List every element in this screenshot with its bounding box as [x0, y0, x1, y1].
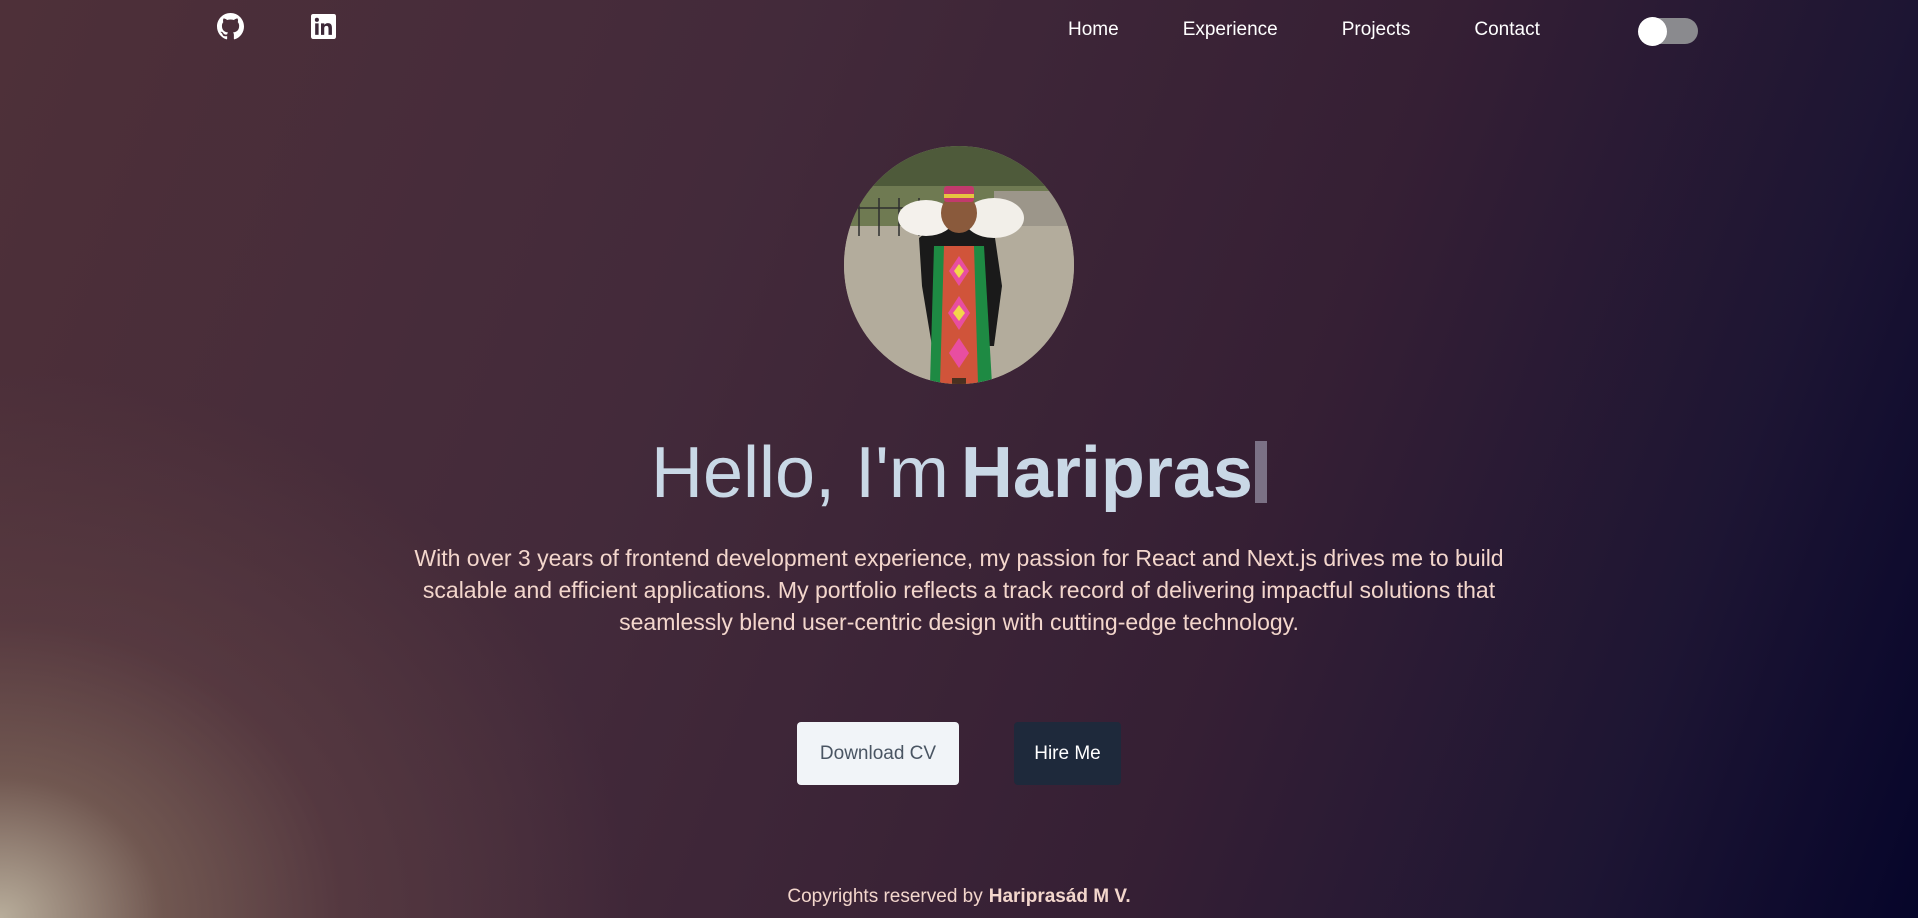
- footer: Copyrights reserved by Hariprasád M V.: [0, 884, 1918, 910]
- top-navbar: Home Experience Projects Contact: [0, 0, 1918, 60]
- typed-name-text: Haripras: [960, 433, 1253, 513]
- profile-photo: [844, 146, 1074, 384]
- nav-experience-link[interactable]: Experience: [1183, 16, 1278, 44]
- linkedin-icon: [310, 13, 336, 39]
- nav-contact-link[interactable]: Contact: [1474, 16, 1539, 44]
- footer-owner-name: Hariprasád M V.: [988, 886, 1131, 907]
- nav-home-link[interactable]: Home: [1068, 16, 1119, 44]
- github-icon: [216, 12, 244, 39]
- theme-toggle[interactable]: [1638, 17, 1698, 46]
- toggle-knob: [1638, 17, 1667, 46]
- profile-avatar: [844, 146, 1074, 384]
- download-cv-button[interactable]: Download CV: [797, 722, 959, 785]
- hire-me-button[interactable]: Hire Me: [1014, 722, 1121, 785]
- typing-cursor: [1254, 441, 1267, 503]
- greeting-text: Hello, I'm: [651, 433, 949, 513]
- github-link[interactable]: [216, 12, 244, 40]
- hero-headline: Hello, I'm Haripras: [0, 428, 1918, 518]
- linkedin-link[interactable]: [309, 12, 337, 40]
- nav-projects-link[interactable]: Projects: [1342, 16, 1411, 44]
- nav-links: Home Experience Projects Contact: [1068, 16, 1540, 44]
- hero-bio: With over 3 years of frontend developmen…: [414, 545, 1504, 635]
- footer-copyright-text: Copyrights reserved by: [787, 886, 983, 907]
